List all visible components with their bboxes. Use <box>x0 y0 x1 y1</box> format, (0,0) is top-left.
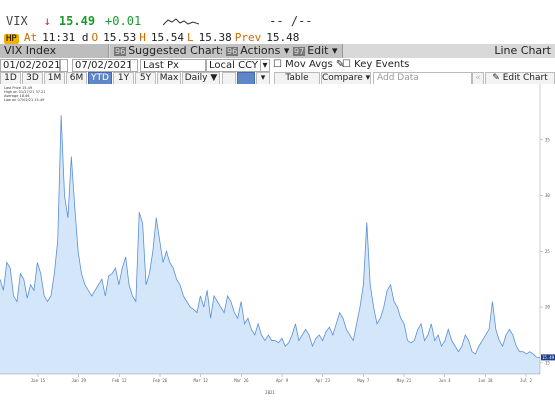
x-tick-label: Jun 4 <box>439 378 452 383</box>
at-label: At <box>23 31 38 44</box>
x-tick-label: Jan 15 <box>31 378 46 383</box>
last-price-tag-label: 15.49 <box>542 355 555 360</box>
edit-number: 97 <box>293 47 306 56</box>
down-arrow-icon: ↓ <box>43 14 51 28</box>
low-value: 15.38 <box>198 31 232 44</box>
security-label: VIX Index <box>4 44 57 57</box>
x-axis-year-label: 2021 <box>265 390 275 395</box>
quote-time: 11:31 d <box>42 31 89 44</box>
actions-label: Actions ▾ <box>240 44 290 57</box>
y-tick-label: 20 <box>545 305 550 310</box>
x-tick-label: May 21 <box>397 378 412 383</box>
quote-line-2: HP At 11:31 d O 15.53 H 15.54 L 15.38 Prev 15.48 <box>4 31 299 44</box>
x-tick-label: Feb 12 <box>112 378 127 383</box>
actions-number: 96 <box>226 47 239 56</box>
mov-avgs-toggle[interactable]: ☐ Mov Avgs ✎ <box>273 59 344 70</box>
key-events-label: Key Events <box>354 59 410 70</box>
security-field[interactable]: VIX Index <box>0 44 109 58</box>
edit-chart-icon: ✎ <box>492 73 500 83</box>
y-tick-label: 15 <box>545 360 550 365</box>
chart-legend: Last Price 15.49 High on 01/27/21 37.21 … <box>4 86 45 102</box>
x-tick-label: May 7 <box>357 378 370 383</box>
end-date-input[interactable]: 07/02/2021 <box>72 59 133 72</box>
prev-value: 15.48 <box>266 31 300 44</box>
checkbox-icon[interactable]: ☐ <box>273 59 282 70</box>
chart-area[interactable]: 35 30 25 20 15 Jan 15 Jan 29 Feb 12 Feb 26 Mar 1… <box>0 84 555 400</box>
edit-label: Edit ▾ <box>307 44 338 57</box>
time-range-bar: 1D 3D 1M 6M YTD 1Y 5Y Max Daily ▼ ▾ Tabl… <box>0 72 555 85</box>
bid-ask-placeholder: -- /-- <box>269 14 313 28</box>
high-label: H <box>139 31 146 44</box>
field-selector[interactable]: Last Px <box>140 59 206 72</box>
x-tick-label: Jun 18 <box>478 378 493 383</box>
x-tick-label: Jan 29 <box>71 378 86 383</box>
chart-title-label: Line Chart <box>494 44 551 57</box>
open-label: O <box>91 31 99 44</box>
x-tick-label: Apr 9 <box>276 378 289 383</box>
last-price: 15.49 <box>58 14 96 28</box>
quote-line-1: VIX ↓ 15.49 +0.01 -- /-- <box>6 14 313 28</box>
actions-menu[interactable]: 96 Actions ▾ <box>222 44 295 58</box>
x-tick-label: Mar 12 <box>193 378 208 383</box>
chart-title: Line Chart <box>490 44 555 58</box>
suggested-charts-menu[interactable]: 96 Suggested Charts <box>110 44 232 58</box>
open-value: 15.53 <box>103 31 137 44</box>
high-value: 15.54 <box>150 31 184 44</box>
calendar-icon[interactable] <box>130 59 138 72</box>
mov-avgs-label: Mov Avgs <box>285 59 333 70</box>
sparkline-icon <box>163 17 200 25</box>
currency-selector[interactable]: Local CCY <box>206 59 262 72</box>
x-tick-label: Mar 26 <box>234 378 249 383</box>
edit-chart-label: Edit Chart <box>502 73 548 83</box>
y-tick-label: 25 <box>545 249 550 254</box>
menu-bar: VIX Index 96 Suggested Charts 96 Actions ▾… <box>0 44 555 58</box>
suggested-label: Suggested Charts <box>128 44 227 57</box>
suggested-number: 96 <box>114 47 127 56</box>
x-tick-label: Feb 26 <box>153 378 168 383</box>
edit-menu[interactable]: 97 Edit ▾ <box>289 44 343 58</box>
calendar-icon[interactable] <box>60 59 68 72</box>
x-tick-label: Jul 2 <box>520 378 533 383</box>
ticker-symbol[interactable]: VIX <box>6 14 28 28</box>
start-date-input[interactable]: 01/02/2021 <box>0 59 61 72</box>
prev-label: Prev <box>234 31 262 44</box>
toolbar: 01/02/2021 07/02/2021 Last Px Local CCY … <box>0 59 555 72</box>
y-tick-label: 35 <box>545 137 550 142</box>
low-label: L <box>186 31 194 44</box>
checkbox-icon[interactable]: ☐ <box>342 59 351 70</box>
function-icon[interactable]: HP <box>4 34 19 44</box>
quote-header: VIX ↓ 15.49 +0.01 -- /-- HP At 11:31 d O 15.53 H 1… <box>0 0 555 44</box>
x-tick-label: Apr 23 <box>315 378 330 383</box>
dropdown-icon[interactable]: ▾ <box>260 59 270 72</box>
key-events-toggle[interactable]: ☐ Key Events <box>342 59 409 70</box>
net-change: +0.01 <box>105 14 142 28</box>
y-tick-label: 30 <box>545 193 550 198</box>
legend-item-low: Low on 07/02/21 15.49 <box>4 98 45 102</box>
